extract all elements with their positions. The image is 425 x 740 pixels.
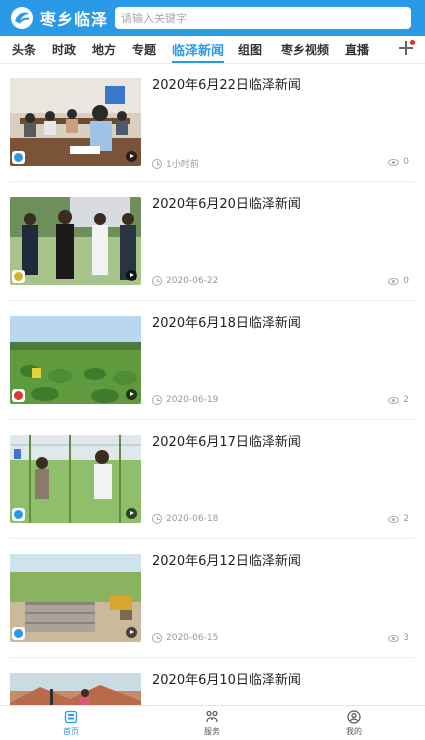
news-thumbnail <box>10 197 141 285</box>
tab-politics[interactable]: 时政 <box>52 41 76 58</box>
tab-local[interactable]: 地方 <box>92 41 116 58</box>
news-views: 2 <box>388 514 409 524</box>
news-time: 2020-06-22 <box>152 276 218 286</box>
source-logo-icon <box>12 389 25 402</box>
news-title: 2020年6月17日临泽新闻 <box>152 435 301 450</box>
tab-gallery[interactable]: 组图 <box>238 41 262 58</box>
news-title: 2020年6月18日临泽新闻 <box>152 316 301 331</box>
profile-icon <box>347 710 361 724</box>
clock-icon <box>152 514 162 524</box>
app-header: 枣乡临泽 <box>0 0 425 36</box>
clock-icon <box>152 633 162 643</box>
source-logo-icon <box>12 508 25 521</box>
nav-services[interactable]: 服务 <box>182 710 242 737</box>
eye-icon <box>388 634 400 642</box>
nav-home[interactable]: 首页 <box>41 710 101 737</box>
news-thumbnail <box>10 316 141 404</box>
news-views: 0 <box>388 276 409 286</box>
play-icon <box>126 627 137 638</box>
news-thumbnail <box>10 673 141 705</box>
news-thumbnail <box>10 554 141 642</box>
home-icon <box>64 710 78 724</box>
play-icon <box>126 270 137 281</box>
news-thumbnail <box>10 435 141 523</box>
clock-icon <box>152 158 162 169</box>
eye-icon <box>388 158 400 166</box>
news-title: 2020年6月10日临泽新闻 <box>152 673 301 688</box>
service-icon <box>206 710 218 723</box>
eye-icon <box>388 277 400 285</box>
news-views: 3 <box>388 633 409 643</box>
app-logo-icon <box>11 7 33 29</box>
news-feed: 2020年6月22日临泽新闻 1小时前 0 2020年6月20日临泽新闻 202… <box>0 64 425 705</box>
news-title: 2020年6月20日临泽新闻 <box>152 197 301 212</box>
app-logo[interactable]: 枣乡临泽 <box>10 4 110 32</box>
news-time: 1小时前 <box>152 157 199 170</box>
app-name: 枣乡临泽 <box>40 10 109 29</box>
news-title: 2020年6月22日临泽新闻 <box>152 78 301 93</box>
news-item[interactable]: 2020年6月18日临泽新闻 2020-06-19 2 <box>10 302 415 420</box>
news-item[interactable]: 2020年6月10日临泽新闻 <box>10 659 415 705</box>
search-input[interactable] <box>121 11 411 25</box>
category-tabs: 头条 时政 地方 专题 临泽新闻 组图 枣乡视频 直播 <box>0 36 425 64</box>
news-views: 0 <box>388 157 409 167</box>
tab-zaoxiang-video[interactable]: 枣乡视频 <box>281 41 329 58</box>
tab-headlines[interactable]: 头条 <box>12 41 36 58</box>
eye-icon <box>388 515 400 523</box>
source-logo-icon <box>12 627 25 640</box>
source-logo-icon <box>12 270 25 283</box>
tab-topics[interactable]: 专题 <box>132 41 156 58</box>
active-tab-indicator <box>172 61 224 63</box>
source-logo-icon <box>12 151 25 164</box>
play-icon <box>126 151 137 162</box>
news-time: 2020-06-18 <box>152 514 218 524</box>
eye-icon <box>388 396 400 404</box>
news-views: 2 <box>388 395 409 405</box>
clock-icon <box>152 395 162 405</box>
notification-dot <box>410 40 415 45</box>
search-bar[interactable] <box>115 7 411 29</box>
news-item[interactable]: 2020年6月17日临泽新闻 2020-06-18 2 <box>10 421 415 539</box>
news-item[interactable]: 2020年6月12日临泽新闻 2020-06-15 3 <box>10 540 415 658</box>
news-title: 2020年6月12日临泽新闻 <box>152 554 301 569</box>
bottom-navigation: 首页 服务 我的 <box>0 705 425 740</box>
news-time: 2020-06-15 <box>152 633 218 643</box>
play-icon <box>126 389 137 400</box>
nav-profile[interactable]: 我的 <box>324 710 384 737</box>
news-item[interactable]: 2020年6月20日临泽新闻 2020-06-22 0 <box>10 183 415 301</box>
tab-live[interactable]: 直播 <box>345 41 369 58</box>
tab-linze-news[interactable]: 临泽新闻 <box>172 40 224 59</box>
clock-icon <box>152 276 162 286</box>
news-time: 2020-06-19 <box>152 395 218 405</box>
play-icon <box>126 508 137 519</box>
news-item[interactable]: 2020年6月22日临泽新闻 1小时前 0 <box>10 64 415 182</box>
news-thumbnail <box>10 78 141 166</box>
